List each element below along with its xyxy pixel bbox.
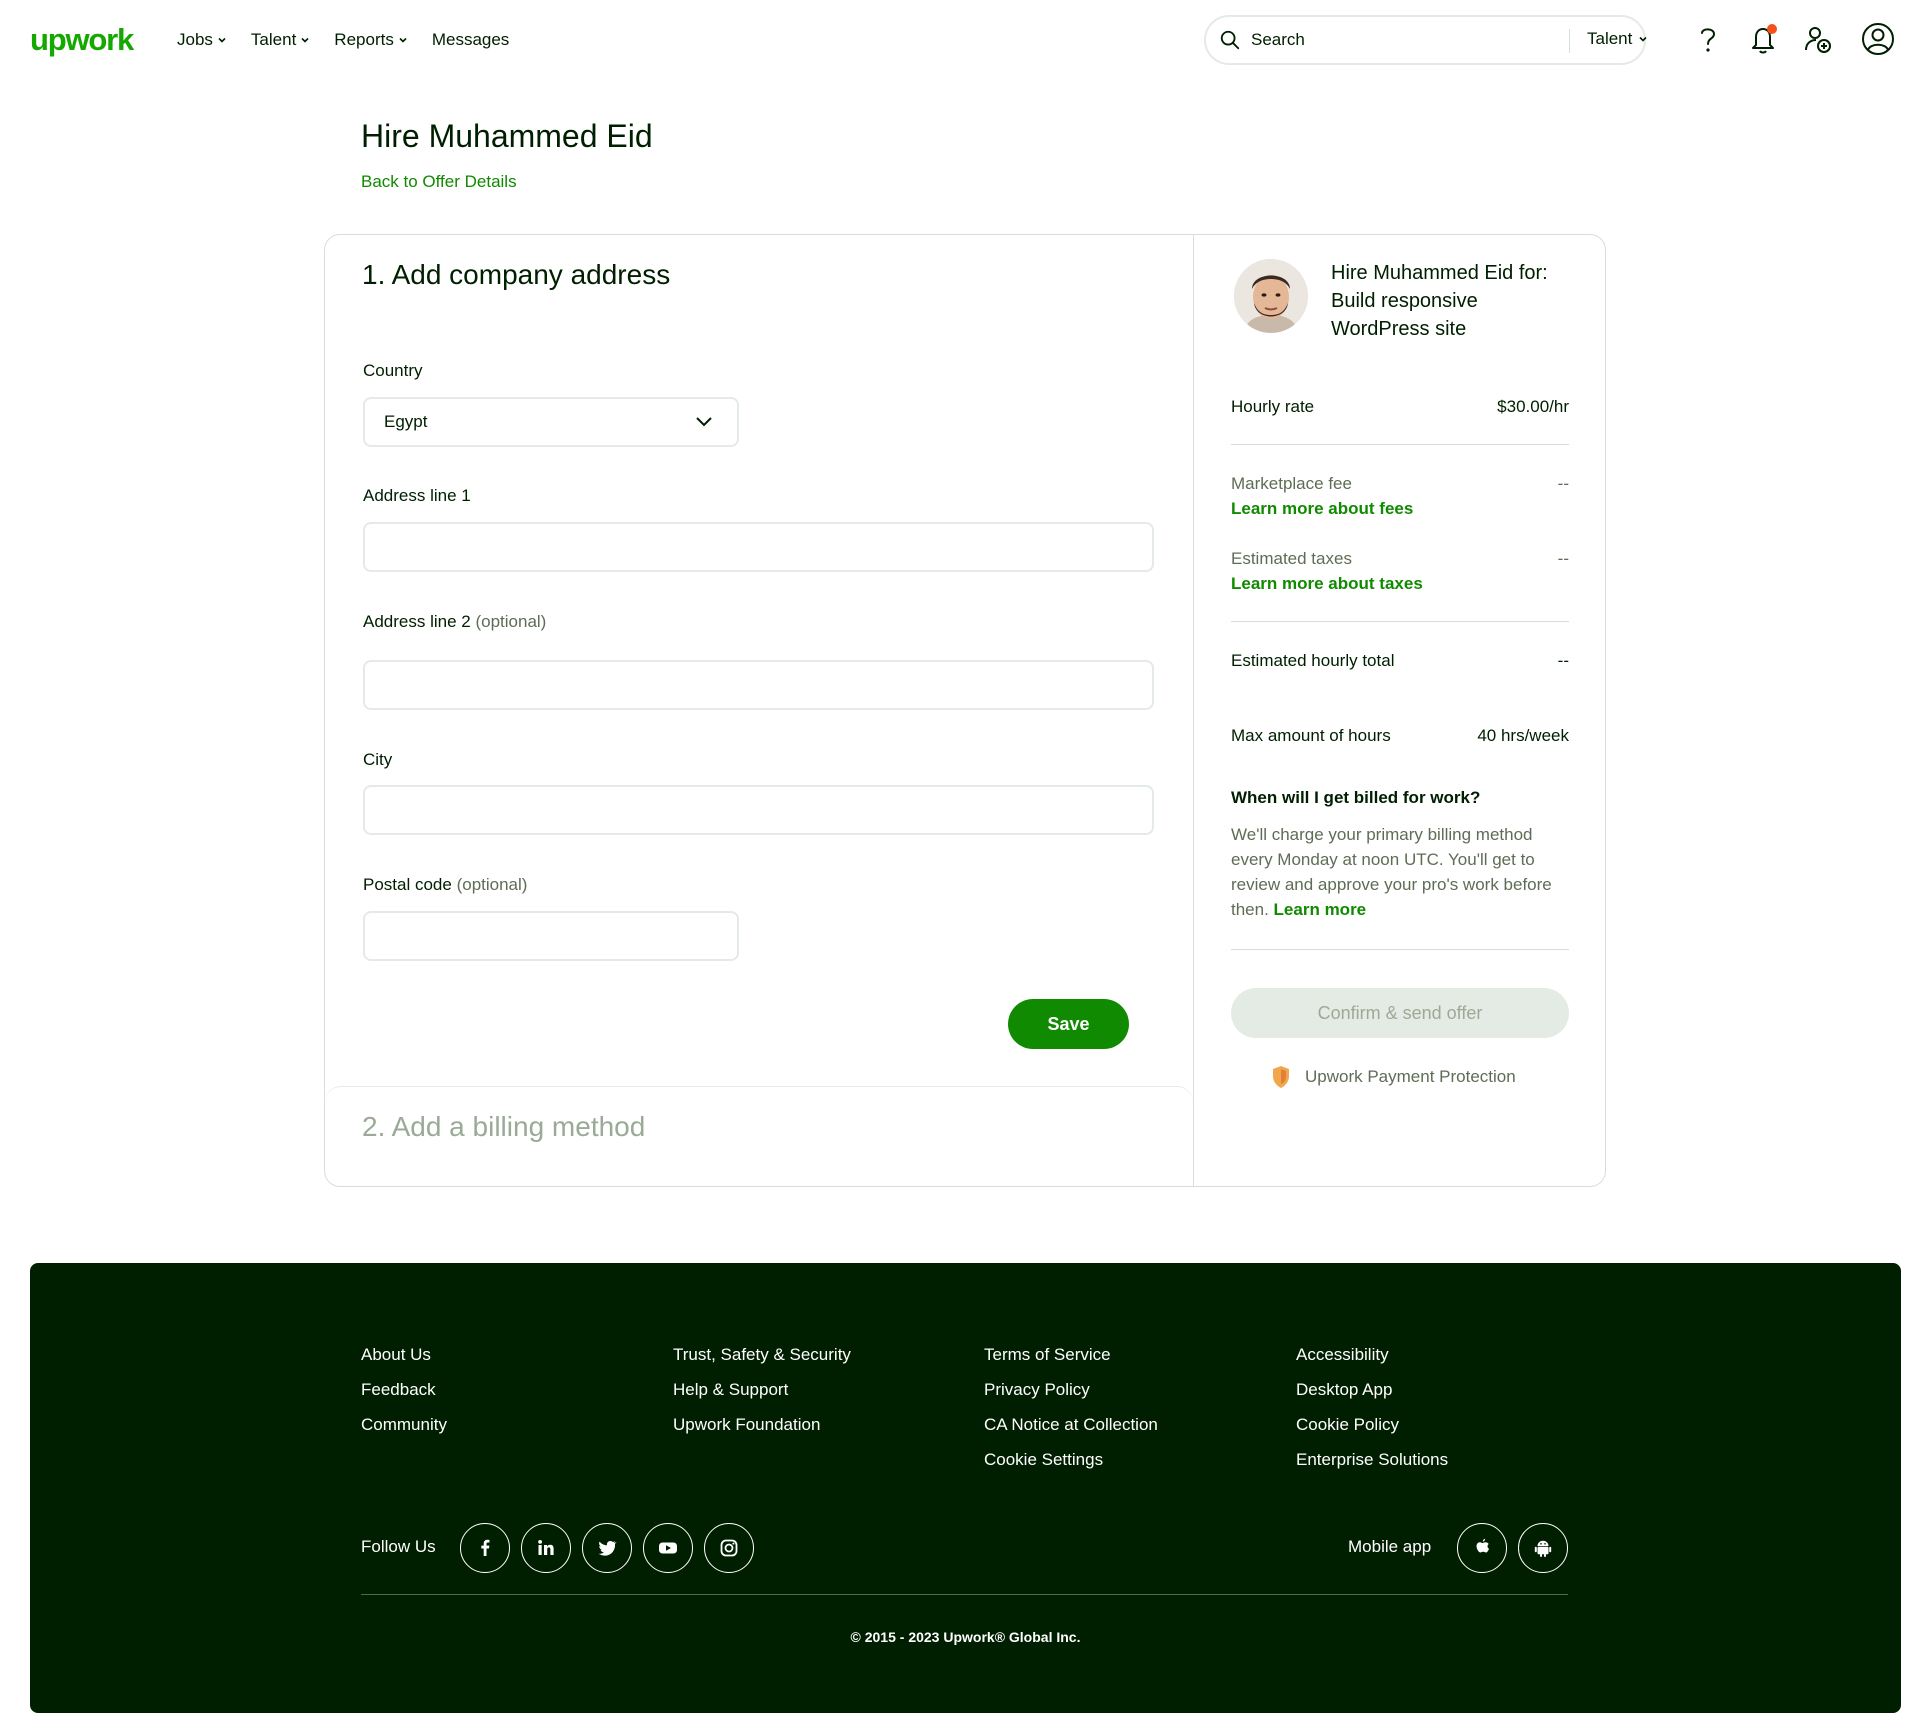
summary-divider [1231, 621, 1569, 622]
city-input[interactable] [363, 785, 1154, 835]
chevron-down-icon [218, 37, 226, 43]
nav-reports[interactable]: Reports [334, 30, 408, 50]
nav-talent[interactable]: Talent [251, 30, 310, 50]
hourly-rate-row: Hourly rate $30.00/hr [1231, 397, 1569, 416]
footer-link[interactable]: Desktop App [1296, 1380, 1448, 1400]
main-nav: Jobs Talent Reports Messages [177, 30, 509, 50]
footer-divider [361, 1594, 1568, 1595]
confirm-send-offer-button[interactable]: Confirm & send offer [1231, 988, 1569, 1038]
summary-divider [1231, 444, 1569, 445]
summary-divider [1231, 949, 1569, 950]
postal-label: Postal code (optional) [363, 875, 528, 894]
max-hours-row: Max amount of hours 40 hrs/week [1231, 726, 1569, 745]
payment-protection: Upwork Payment Protection [1271, 1065, 1516, 1089]
facebook-icon[interactable] [460, 1523, 510, 1573]
address2-label: Address line 2 (optional) [363, 612, 547, 631]
step2-title: 2. Add a billing method [362, 1111, 646, 1142]
upwork-logo[interactable]: upwork [30, 22, 134, 58]
billing-learn-more-link[interactable]: Learn more [1274, 900, 1367, 919]
chevron-down-icon [399, 37, 407, 43]
search-scope-dropdown[interactable]: Talent [1587, 29, 1648, 49]
postal-input[interactable] [363, 911, 739, 961]
step1-title: 1. Add company address [362, 259, 671, 290]
footer-link[interactable]: Terms of Service [984, 1345, 1158, 1365]
hourly-total-row: Estimated hourly total -- [1231, 651, 1569, 670]
footer-link[interactable]: About Us [361, 1345, 447, 1365]
country-label: Country [363, 361, 423, 380]
user-profile-icon[interactable] [1861, 22, 1895, 56]
billing-question: When will I get billed for work? [1231, 788, 1481, 807]
city-label: City [363, 750, 393, 769]
page-title: Hire Muhammed Eid [361, 118, 653, 154]
search-icon [1220, 30, 1240, 50]
hire-card: 1. Add company address Country Egypt Add… [324, 234, 1606, 1187]
android-icon[interactable] [1518, 1523, 1568, 1573]
back-to-offer-link[interactable]: Back to Offer Details [361, 172, 517, 192]
footer-column: About Us Feedback Community [361, 1345, 447, 1435]
linkedin-icon[interactable] [521, 1523, 571, 1573]
country-select[interactable]: Egypt [363, 397, 739, 447]
search-input[interactable] [1251, 30, 1561, 50]
learn-taxes-link[interactable]: Learn more about taxes [1231, 574, 1423, 594]
country-value: Egypt [384, 412, 428, 431]
nav-messages[interactable]: Messages [432, 30, 509, 50]
footer-link[interactable]: Trust, Safety & Security [673, 1345, 851, 1365]
nav-jobs[interactable]: Jobs [177, 30, 227, 50]
instagram-icon[interactable] [704, 1523, 754, 1573]
footer-link[interactable]: Upwork Foundation [673, 1415, 851, 1435]
top-header: upwork Jobs Talent Reports Messages Tale… [0, 0, 1920, 80]
mobile-app-label: Mobile app [1348, 1537, 1432, 1556]
youtube-icon[interactable] [643, 1523, 693, 1573]
site-footer: About Us Feedback Community Trust, Safet… [30, 1263, 1901, 1713]
footer-link[interactable]: Help & Support [673, 1380, 851, 1400]
footer-link[interactable]: Privacy Policy [984, 1380, 1158, 1400]
hire-for-title: Hire Muhammed Eid for: Build responsive … [1331, 262, 1548, 340]
notification-bell-icon[interactable] [1746, 22, 1780, 56]
footer-column: Trust, Safety & Security Help & Support … [673, 1345, 851, 1435]
address2-input[interactable] [363, 660, 1154, 710]
mobile-app-links [1457, 1523, 1568, 1573]
offer-summary: Hire Muhammed Eid for: Build responsive … [1194, 235, 1606, 1186]
twitter-icon[interactable] [582, 1523, 632, 1573]
footer-link[interactable]: Enterprise Solutions [1296, 1450, 1448, 1470]
learn-fees-link[interactable]: Learn more about fees [1231, 499, 1413, 519]
footer-column: Terms of Service Privacy Policy CA Notic… [984, 1345, 1158, 1470]
address1-label: Address line 1 [363, 486, 471, 505]
footer-link[interactable]: Cookie Settings [984, 1450, 1158, 1470]
chevron-down-icon [696, 417, 712, 427]
save-button[interactable]: Save [1008, 999, 1129, 1049]
avatar [1234, 259, 1308, 333]
chevron-down-icon [1639, 36, 1647, 42]
shield-icon [1273, 1066, 1289, 1088]
footer-column: Accessibility Desktop App Cookie Policy … [1296, 1345, 1448, 1470]
marketplace-fee-row: Marketplace fee -- [1231, 474, 1569, 493]
estimated-taxes-row: Estimated taxes -- [1231, 549, 1569, 568]
footer-link[interactable]: CA Notice at Collection [984, 1415, 1158, 1435]
search-bar: Talent [1204, 15, 1648, 65]
follow-us-label: Follow Us [361, 1537, 436, 1556]
footer-link[interactable]: Accessibility [1296, 1345, 1448, 1365]
address1-input[interactable] [363, 522, 1154, 572]
billing-explanation: We'll charge your primary billing method… [1231, 825, 1552, 919]
add-user-icon[interactable] [1801, 22, 1835, 56]
chevron-down-icon [301, 37, 309, 43]
search-divider [1569, 29, 1570, 53]
footer-link[interactable]: Cookie Policy [1296, 1415, 1448, 1435]
apple-icon[interactable] [1457, 1523, 1507, 1573]
social-links [460, 1523, 754, 1573]
step2-section[interactable]: 2. Add a billing method [325, 1086, 1193, 1186]
footer-link[interactable]: Feedback [361, 1380, 447, 1400]
footer-link[interactable]: Community [361, 1415, 447, 1435]
help-icon[interactable] [1691, 22, 1725, 56]
copyright: © 2015 - 2023 Upwork® Global Inc. [850, 1629, 1081, 1645]
